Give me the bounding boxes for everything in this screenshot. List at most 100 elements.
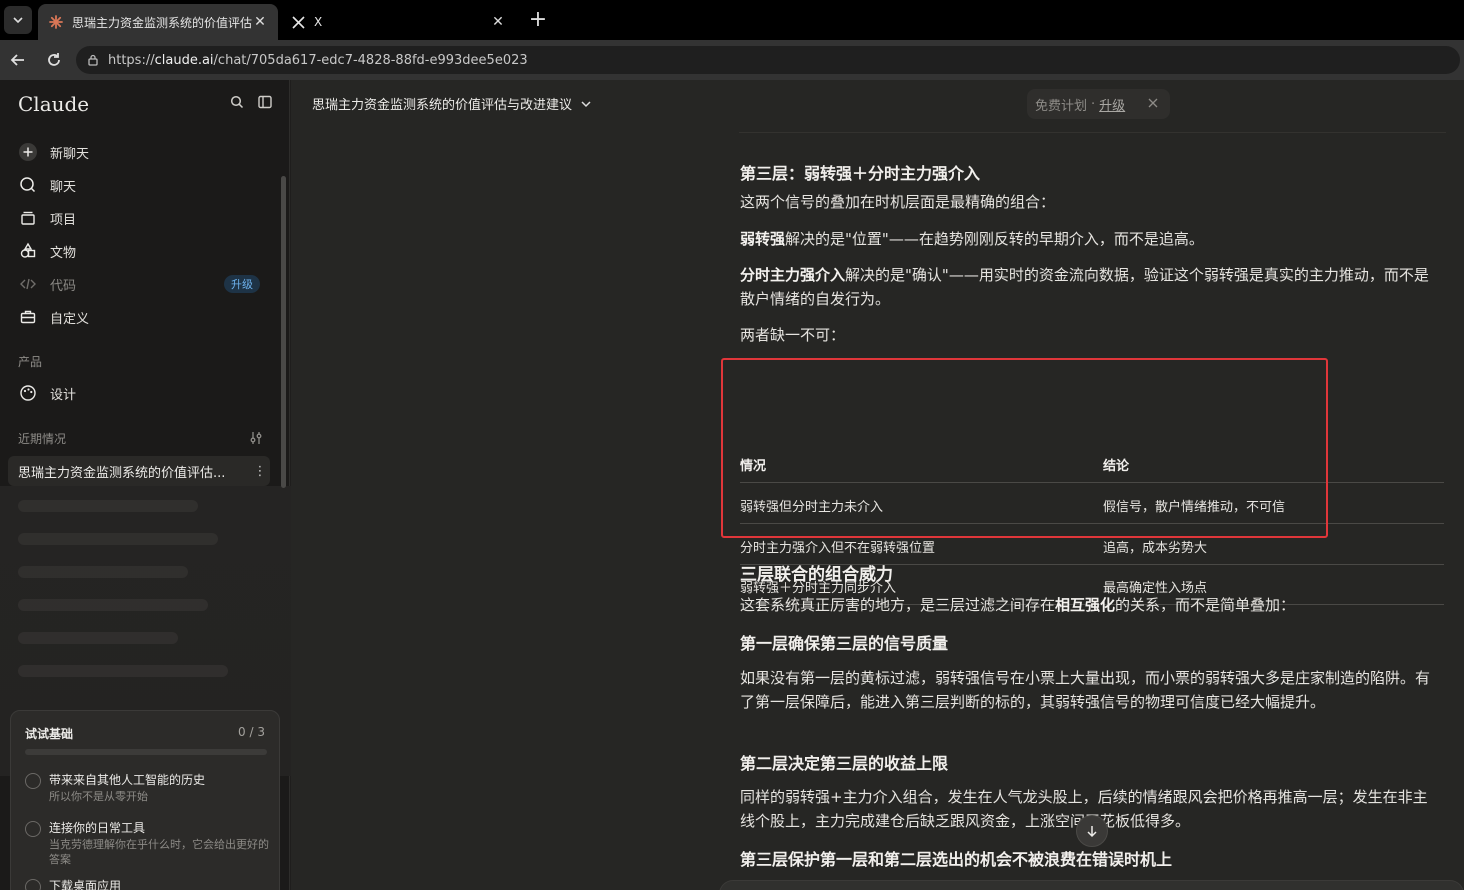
plan-label: 免费计划	[1035, 98, 1088, 114]
blurred-item	[18, 533, 218, 545]
plus-icon: +	[528, 7, 548, 32]
sidebar-item-customize[interactable]: 自定义	[14, 302, 270, 332]
try-item-title: 带来来自其他人工智能的历史	[49, 773, 206, 787]
briefcase-icon	[14, 303, 42, 331]
try-item-title: 连接你的日常工具	[49, 821, 146, 835]
try-card-count: 0 / 3	[238, 725, 265, 739]
plan-separator: ·	[1091, 96, 1096, 112]
url-field[interactable]: https://claude.ai/chat/705da617-edc7-482…	[76, 46, 1460, 74]
url-path: /chat/705da617-edc7-4828-88fd-e993dee5e0…	[213, 52, 528, 68]
upgrade-badge[interactable]: 升级	[224, 275, 260, 293]
sliders-icon	[250, 432, 262, 444]
sidebar-item-new-chat[interactable]: 新聊天	[14, 137, 270, 167]
sidebar-item-label: 设计	[50, 387, 77, 403]
site-info-icon[interactable]	[86, 53, 100, 67]
chat-main: 思瑞主力资金监测系统的价值评估与改进建议 免费计划 · 升级 第三层：弱转强＋分…	[291, 80, 1464, 890]
sidebar-item-label: 自定义	[50, 311, 90, 327]
close-tab-icon[interactable]: ✕	[252, 14, 268, 30]
close-icon[interactable]	[1146, 96, 1160, 110]
try-card-progress	[25, 749, 267, 755]
checkbox-circle-icon[interactable]	[25, 879, 41, 890]
more-options-icon[interactable]: ⋮	[250, 464, 270, 479]
try-basics-card: 试试基础 0 / 3 带来来自其他人工智能的历史 所以你不是从零开始 连接你的日…	[10, 710, 280, 890]
paragraph: 分时主力强介入解决的是"确认"——用实时的资金流向数据，验证这个弱转强是真实的主…	[740, 263, 1440, 311]
text: 解决的是"位置"——在趋势刚刚反转的早期介入，而不是追高。	[785, 230, 1204, 248]
sidebar-item-label: 代码	[50, 278, 77, 294]
heading-second: 第二层决定第三层的收益上限	[740, 754, 949, 773]
shapes-icon	[14, 237, 42, 265]
search-icon	[230, 95, 244, 109]
new-tab-button[interactable]: +	[526, 8, 550, 32]
reload-icon	[48, 53, 60, 66]
reload-button[interactable]	[42, 48, 66, 72]
chat-bubble-icon	[14, 171, 42, 199]
tab-title: 思瑞主力资金监测系统的价值评估	[72, 15, 252, 30]
divider	[739, 132, 1446, 133]
heading-third: 第三层保护第一层和第二层选出的机会不被浪费在错误时机上	[740, 850, 1173, 869]
heading-layer3: 第三层：弱转强＋分时主力强介入	[740, 164, 981, 183]
sidebar-item-label: 新聊天	[50, 146, 90, 162]
highlight-annotation-box	[721, 358, 1328, 538]
code-icon	[14, 270, 42, 298]
message-input-box[interactable]	[719, 880, 1464, 890]
tab-title: X	[314, 15, 323, 29]
claude-wordmark[interactable]: Claude	[18, 92, 89, 116]
sidebar-scrollbar[interactable]	[281, 176, 286, 488]
paragraph: 如果没有第一层的黄标过滤，弱转强信号在小票上大量出现，而小票的弱转强大多是庄家制…	[740, 669, 1431, 711]
checkbox-circle-icon[interactable]	[25, 821, 41, 837]
section-label-products: 产品	[18, 355, 43, 369]
claude-logo-icon	[48, 14, 64, 30]
tab-search-button[interactable]	[4, 6, 32, 34]
blurred-item	[18, 665, 228, 677]
sidebar-item-artifacts[interactable]: 文物	[14, 236, 270, 266]
close-tab-icon[interactable]: ✕	[490, 14, 506, 30]
table-cell: 分时主力强介入但不在弱转强位置	[740, 541, 936, 556]
blurred-item	[18, 599, 208, 611]
toggle-sidebar-button[interactable]	[255, 92, 275, 112]
table-cell: 追高，成本劣势大	[1103, 541, 1208, 556]
chevron-down-icon	[13, 17, 23, 24]
chevron-down-icon	[580, 98, 592, 110]
blurred-item	[18, 500, 198, 512]
chat-title: 思瑞主力资金监测系统的价值评估与改进建议	[312, 98, 573, 113]
sidebar-item-projects[interactable]: 项目	[14, 203, 270, 233]
sidebar-item-design[interactable]: 设计	[14, 378, 270, 408]
try-item-title: 下载桌面应用	[49, 879, 122, 890]
browser-tab-claude[interactable]: 思瑞主力资金监测系统的价值评估 ✕	[38, 4, 278, 40]
search-button[interactable]	[227, 92, 247, 112]
address-bar: https://claude.ai/chat/705da617-edc7-482…	[0, 40, 1464, 80]
try-item-desc: 当克劳德理解你在乎什么时，它会给出更好的答案	[49, 838, 269, 866]
paragraph: 弱转强解决的是"位置"——在趋势刚刚反转的早期介入，而不是追高。	[740, 227, 1440, 251]
sidebar-item-code[interactable]: 代码 升级	[14, 269, 270, 299]
sidebar-item-label: 项目	[50, 212, 77, 228]
heading-first: 第一层确保第三层的信号质量	[740, 634, 949, 653]
chat-title-button[interactable]: 思瑞主力资金监测系统的价值评估与改进建议	[312, 94, 592, 113]
paragraph: 两者缺一不可：	[740, 326, 846, 344]
folder-stack-icon	[14, 204, 42, 232]
arrow-down-icon	[1087, 826, 1097, 838]
browser-tab-x[interactable]: X ✕	[280, 4, 516, 40]
free-plan-banner: 免费计划 · 升级	[1027, 89, 1170, 119]
url-scheme: https://	[108, 52, 155, 68]
text: 这套系统真正厉害的地方，是三层过滤之间存在	[740, 596, 1056, 614]
checkbox-circle-icon[interactable]	[25, 773, 41, 789]
recents-filter-button[interactable]	[246, 428, 266, 448]
scroll-to-bottom-button[interactable]	[1076, 815, 1108, 847]
recent-chat-item-active[interactable]: 思瑞主力资金监测系统的价值评估... ⋮	[8, 456, 270, 486]
back-button[interactable]	[6, 48, 30, 72]
recent-chat-title: 思瑞主力资金监测系统的价值评估...	[18, 465, 226, 481]
sidebar-item-chats[interactable]: 聊天	[14, 170, 270, 200]
blurred-item	[18, 566, 188, 578]
paragraph: 这套系统真正厉害的地方，是三层过滤之间存在相互强化的关系，而不是简单叠加：	[740, 593, 1440, 617]
url-host: claude.ai	[154, 52, 214, 68]
sidebar-toggle-icon	[258, 95, 272, 109]
section-label-recents: 近期情况	[18, 432, 67, 446]
sidebar: Claude 新聊天 聊天 项目 文物 代码 升级 自定义 产品 设计 近期情况…	[0, 80, 305, 890]
browser-tab-strip: 思瑞主力资金监测系统的价值评估 ✕ X ✕ +	[0, 0, 1464, 40]
plan-upgrade-link[interactable]: 升级	[1099, 95, 1125, 114]
blurred-item	[18, 632, 178, 644]
paragraph: 这两个信号的叠加在时机层面是最精确的组合：	[740, 193, 1056, 211]
sidebar-item-label: 文物	[50, 245, 77, 261]
heading-combo: 三层联合的组合威力	[740, 565, 893, 585]
bold-text: 分时主力强介入	[740, 266, 846, 284]
